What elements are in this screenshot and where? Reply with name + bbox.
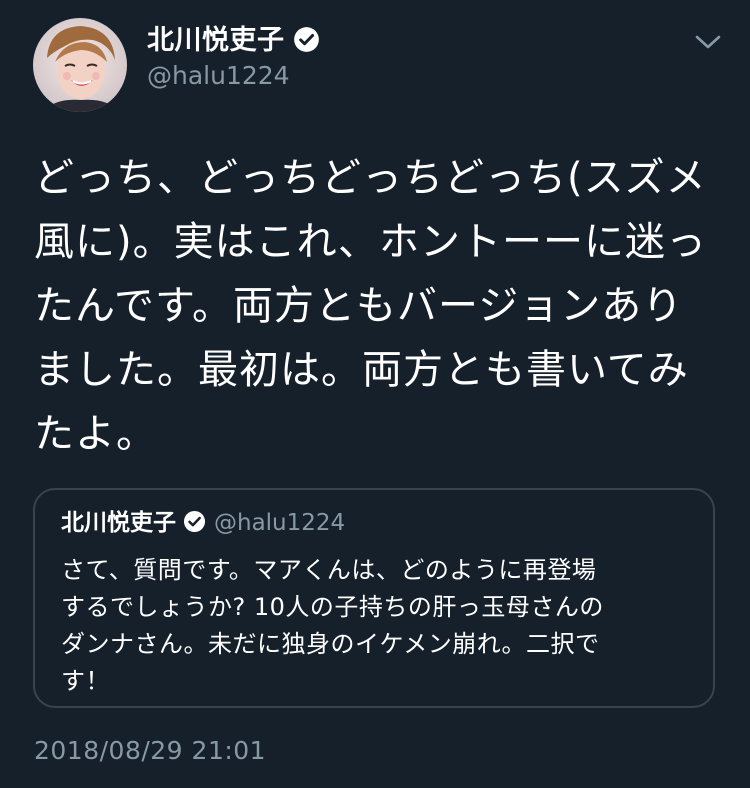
avatar-image bbox=[33, 18, 127, 112]
quoted-author-name: 北川悦吏子 bbox=[61, 510, 176, 536]
author-name-row[interactable]: 北川悦吏子 bbox=[147, 24, 320, 62]
avatar[interactable] bbox=[33, 18, 127, 112]
verified-badge-icon bbox=[183, 510, 206, 543]
verified-badge-icon bbox=[293, 26, 320, 62]
tweet: 北川悦吏子 @halu1224 どっち、どっちどっちどっち(スズメ 風に)。実は… bbox=[0, 0, 750, 788]
author-handle[interactable]: @halu1224 bbox=[147, 60, 290, 92]
quoted-author-handle: @halu1224 bbox=[214, 510, 346, 536]
quoted-tweet-text: さて、質問です。マアくんは、どのように再登場 するでしょうか? 10人の子持ちの… bbox=[61, 556, 604, 695]
tweet-text: どっち、どっちどっちどっち(スズメ 風に)。実はこれ、ホントーーに迷っ たんです… bbox=[34, 155, 708, 457]
quoted-tweet[interactable]: 北川悦吏子 @halu1224 さて、質問です。マアくんは、どのように再登場 す… bbox=[33, 488, 715, 708]
quoted-tweet-header: 北川悦吏子 @halu1224 bbox=[61, 508, 345, 543]
author-name[interactable]: 北川悦吏子 bbox=[147, 25, 285, 56]
chevron-down-icon[interactable] bbox=[692, 30, 724, 54]
tweet-timestamp[interactable]: 2018/08/29 21:01 bbox=[34, 735, 266, 767]
